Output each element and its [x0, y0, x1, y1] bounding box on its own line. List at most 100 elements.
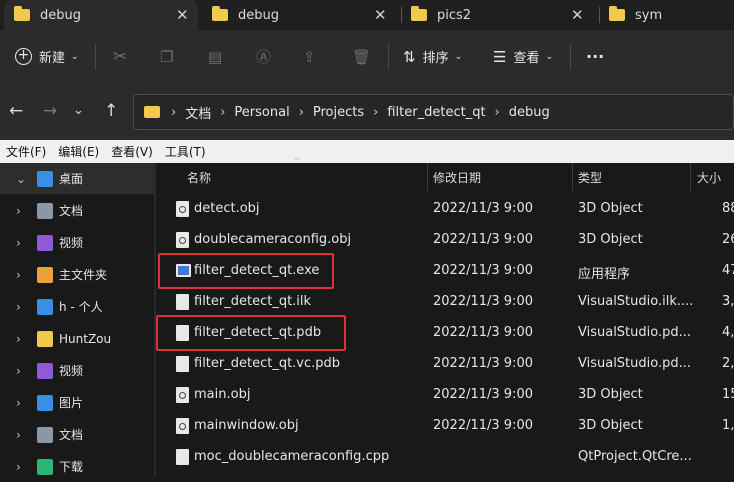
share-icon[interactable]: ⇪	[303, 30, 316, 83]
view-list-icon: ☰	[493, 47, 507, 66]
file-row[interactable]: detect.obj 2022/11/3 9:00 3D Object 88	[156, 194, 734, 225]
copy-icon[interactable]: ❐	[160, 30, 173, 83]
tab-pics2[interactable]: pics2 ✕	[403, 0, 597, 30]
chevron-down-icon[interactable]: ⌄	[73, 103, 84, 118]
file-size: 15	[722, 387, 734, 402]
file-type: 3D Object	[578, 201, 643, 216]
column-divider[interactable]	[690, 163, 691, 191]
chevron-right-icon: ›	[171, 104, 177, 120]
command-bar: + 新建 ⌄ ✂ ❐ ▤ Ⓐ ⇪ 🗑 ⇅ 排序 ⌄ ☰ 查看 ⌄ ···	[0, 30, 734, 83]
sidebar-item[interactable]: › 文档	[0, 195, 154, 226]
delete-icon[interactable]: 🗑	[352, 30, 371, 83]
tab-divider	[599, 7, 600, 23]
chevron-right-icon[interactable]: ›	[16, 204, 21, 218]
more-options-icon[interactable]: ···	[586, 30, 604, 83]
column-modified[interactable]: 修改日期	[433, 169, 481, 186]
sidebar-item[interactable]: › h - 个人	[0, 291, 154, 322]
chevron-right-icon: ›	[494, 104, 500, 120]
close-icon[interactable]: ✕	[571, 6, 584, 24]
breadcrumb-item[interactable]: debug	[509, 105, 550, 120]
tab-debug-active[interactable]: debug ✕	[4, 0, 198, 30]
sort-button[interactable]: ⇅ 排序 ⌄	[403, 30, 462, 83]
chevron-right-icon[interactable]: ›	[16, 364, 21, 378]
rename-icon[interactable]: Ⓐ	[256, 30, 271, 83]
chevron-right-icon[interactable]: ›	[16, 428, 21, 442]
file-size: 88	[722, 201, 734, 216]
breadcrumb-item[interactable]: Projects	[313, 105, 364, 120]
breadcrumb-item[interactable]: Personal	[234, 105, 289, 120]
file-size: 26	[722, 232, 734, 247]
file-type: VisualStudio.pd...	[578, 325, 692, 340]
chevron-down-icon: ⌄	[71, 51, 79, 62]
sidebar-item[interactable]: › 主文件夹	[0, 259, 154, 290]
cut-icon[interactable]: ✂	[113, 30, 127, 83]
new-button[interactable]: + 新建 ⌄	[15, 30, 79, 83]
file-type: 3D Object	[578, 418, 643, 433]
menu-view[interactable]: 查看(V)	[111, 143, 153, 160]
column-size[interactable]: 大小	[697, 169, 721, 186]
sidebar-item-label: 文档	[59, 428, 84, 442]
onedrive-icon	[37, 298, 53, 315]
file-type: 应用程序	[578, 267, 631, 282]
file-row[interactable]: doublecameraconfig.obj 2022/11/3 9:00 3D O…	[156, 225, 734, 256]
view-button[interactable]: ☰ 查看 ⌄	[493, 30, 553, 83]
file-size: 4,73	[722, 325, 734, 340]
breadcrumb-item[interactable]: filter_detect_qt	[387, 105, 485, 120]
paste-icon[interactable]: ▤	[208, 30, 222, 83]
home-icon	[37, 266, 53, 283]
chevron-right-icon[interactable]: ›	[16, 396, 21, 410]
file-row[interactable]: main.obj 2022/11/3 9:00 3D Object 15	[156, 380, 734, 411]
address-bar[interactable]: › 文档 › Personal › Projects › filter_dete…	[133, 94, 734, 130]
file-name: moc_doublecameraconfig.cpp	[194, 449, 390, 464]
file-modified: 2022/11/3 9:00	[433, 294, 533, 309]
sidebar-item[interactable]: › 视频	[0, 355, 154, 386]
menu-file[interactable]: 文件(F)	[6, 143, 46, 160]
chevron-down-icon[interactable]: ⌄	[16, 172, 26, 186]
file-modified: 2022/11/3 9:00	[433, 201, 533, 216]
file-icon	[176, 294, 189, 310]
chevron-right-icon[interactable]: ›	[16, 236, 21, 250]
file-size: 2,83	[722, 356, 734, 371]
sidebar-item-label: 主文件夹	[59, 268, 108, 282]
column-divider[interactable]	[427, 163, 428, 191]
tab-debug[interactable]: debug ✕	[206, 0, 400, 30]
tab-label: debug	[40, 7, 81, 23]
sidebar-item[interactable]: › HuntZou	[0, 323, 154, 354]
sidebar-item[interactable]: › 下载	[0, 451, 154, 482]
sort-up-icon: ^	[293, 157, 302, 168]
forward-arrow-icon[interactable]: →	[43, 101, 57, 121]
breadcrumb-item[interactable]: 文档	[185, 103, 211, 122]
close-icon[interactable]: ✕	[374, 6, 387, 24]
file-name: main.obj	[194, 387, 251, 402]
close-icon[interactable]: ✕	[176, 6, 189, 24]
file-row[interactable]: filter_detect_qt.ilk 2022/11/3 9:00 Visual…	[156, 287, 734, 318]
sidebar-item[interactable]: ⌄ 桌面	[0, 163, 154, 194]
chevron-down-icon: ⌄	[545, 51, 554, 62]
chevron-right-icon[interactable]: ›	[16, 268, 21, 282]
sidebar-item-label: 视频	[59, 236, 84, 250]
file-icon	[176, 356, 189, 372]
up-arrow-icon[interactable]: ↑	[104, 101, 118, 121]
menu-tools[interactable]: 工具(T)	[165, 143, 206, 160]
sidebar-item-label: 图片	[59, 396, 84, 410]
column-name[interactable]: 名称	[187, 169, 211, 186]
sidebar-item[interactable]: › 图片	[0, 387, 154, 418]
folder-icon	[37, 330, 53, 347]
file-name: doublecameraconfig.obj	[194, 232, 352, 247]
back-arrow-icon[interactable]: ←	[9, 101, 23, 121]
column-type[interactable]: 类型	[578, 169, 602, 186]
file-row[interactable]: mainwindow.obj 2022/11/3 9:00 3D Object 1,0…	[156, 411, 734, 442]
chevron-right-icon: ›	[298, 104, 304, 120]
file-row[interactable]: filter_detect_qt.vc.pdb 2022/11/3 9:00 Vis…	[156, 349, 734, 380]
sidebar-item[interactable]: › 文档	[0, 419, 154, 450]
tab-sym[interactable]: sym	[601, 0, 734, 30]
plus-circle-icon: +	[15, 48, 32, 65]
menu-edit[interactable]: 编辑(E)	[58, 143, 99, 160]
sidebar-item[interactable]: › 视频	[0, 227, 154, 258]
file-row[interactable]: moc_doublecameraconfig.cpp QtProject.QtCr…	[156, 442, 734, 473]
chevron-right-icon[interactable]: ›	[16, 332, 21, 346]
chevron-right-icon[interactable]: ›	[16, 460, 21, 474]
sidebar-item-label: 视频	[59, 364, 84, 378]
chevron-right-icon[interactable]: ›	[16, 300, 21, 314]
column-divider[interactable]	[572, 163, 573, 191]
